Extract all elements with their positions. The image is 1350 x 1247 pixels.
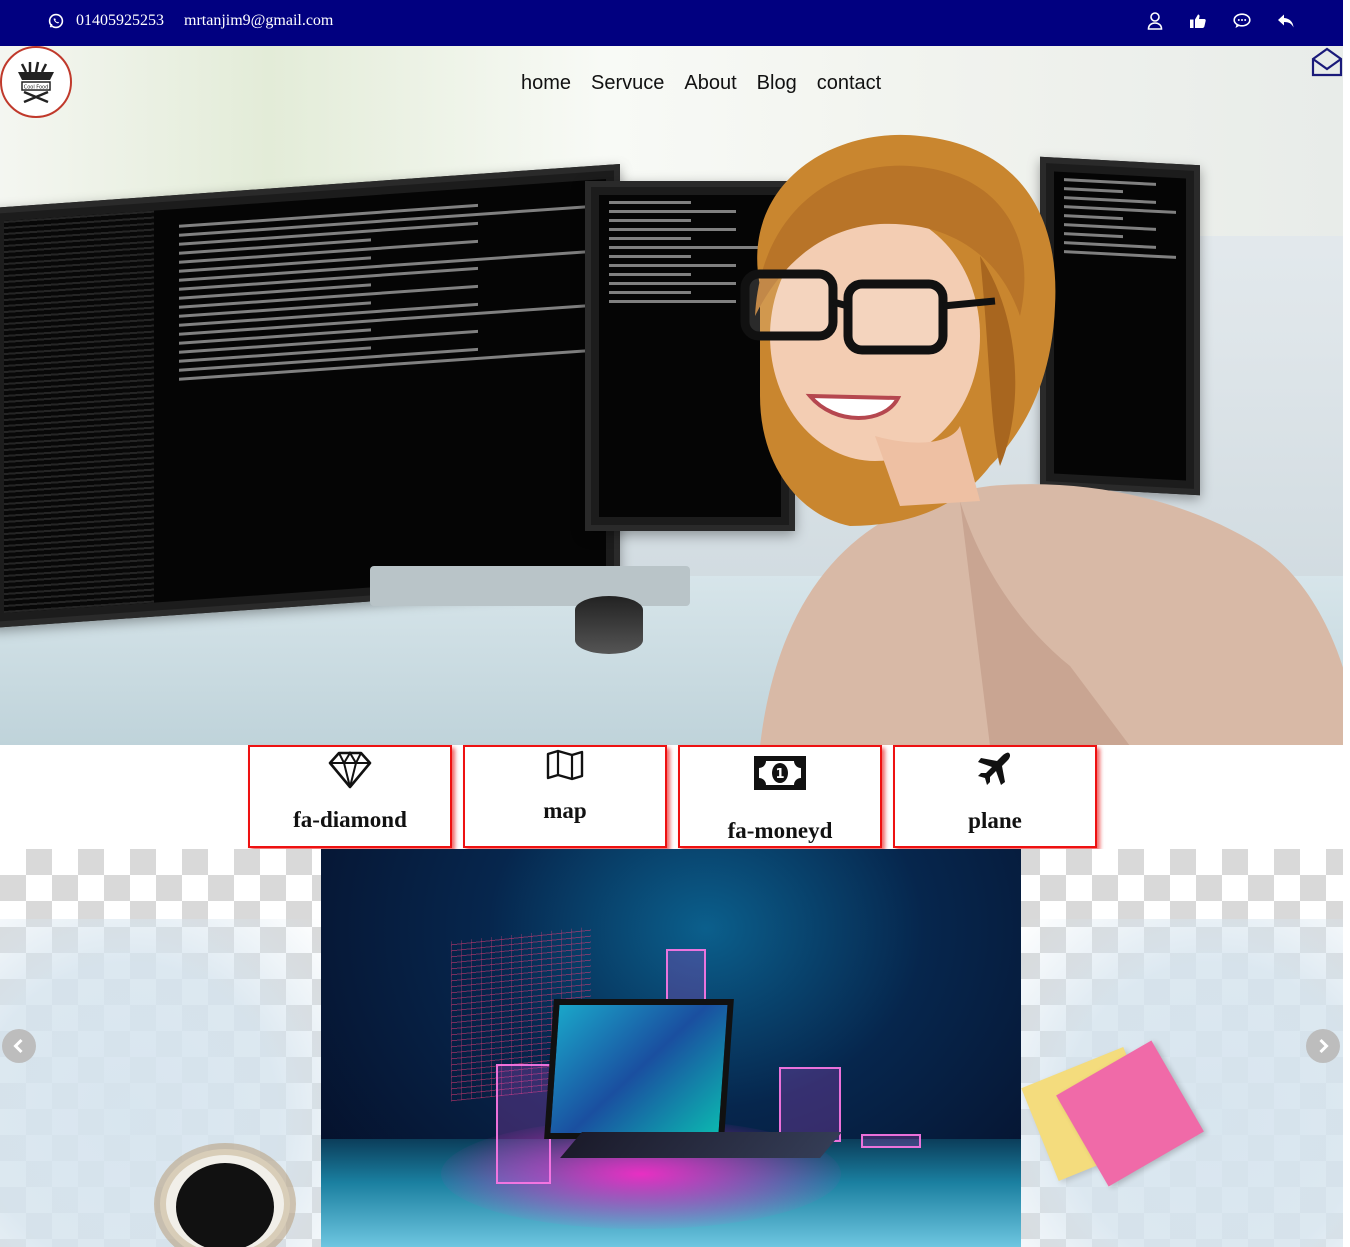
image-carousel: [0, 849, 1343, 1247]
site-logo[interactable]: Cool Food: [0, 46, 72, 118]
woman-figure: [740, 134, 1343, 745]
top-bar: 01405925253 mrtanjim9@gmail.com: [0, 0, 1343, 46]
whatsapp-icon: [48, 13, 64, 29]
feature-plane[interactable]: plane: [893, 745, 1097, 848]
carousel-slide-active: [321, 849, 1021, 1247]
nav-about[interactable]: About: [684, 70, 736, 97]
feature-label: plane: [968, 808, 1022, 833]
user-icon[interactable]: [1147, 12, 1163, 30]
money-icon: 1: [680, 754, 880, 792]
email-item[interactable]: mrtanjim9@gmail.com: [184, 12, 333, 30]
feature-diamond[interactable]: fa-diamond: [248, 745, 452, 848]
nav-contact[interactable]: contact: [817, 70, 881, 97]
email-address: mrtanjim9@gmail.com: [184, 12, 334, 29]
plane-icon: [895, 750, 1095, 786]
nav-blog[interactable]: Blog: [757, 70, 797, 97]
contact-info: 01405925253 mrtanjim9@gmail.com: [48, 0, 333, 42]
reply-icon[interactable]: [1277, 13, 1295, 29]
feature-label: fa-diamond: [293, 807, 407, 832]
chevron-left-icon[interactable]: [2, 1029, 36, 1063]
chevron-right-icon[interactable]: [1306, 1029, 1340, 1063]
feature-money[interactable]: 1 fa-moneyd: [678, 745, 882, 848]
main-nav: home Servuce About Blog contact: [521, 70, 881, 97]
comment-icon[interactable]: [1233, 13, 1251, 29]
desk-speaker: [575, 596, 643, 654]
map-icon: [465, 749, 665, 781]
logo-icon: Cool Food: [18, 61, 54, 104]
monitor-stand: [370, 566, 690, 606]
feature-map[interactable]: map: [463, 745, 667, 848]
nav-service[interactable]: Servuce: [591, 70, 664, 97]
logo-text: Cool Food: [24, 85, 49, 91]
topbar-actions: [1147, 0, 1295, 42]
diamond-icon: [250, 750, 450, 790]
phone-item[interactable]: 01405925253: [48, 12, 164, 30]
thumbs-up-icon[interactable]: [1189, 13, 1207, 29]
phone-number: 01405925253: [76, 12, 164, 29]
feature-label: fa-moneyd: [727, 818, 833, 843]
svg-text:1: 1: [775, 767, 784, 782]
laptop-image: [544, 999, 734, 1139]
nav-home[interactable]: home: [521, 70, 571, 97]
monitor-left: [0, 163, 620, 629]
envelope-open-icon[interactable]: [1311, 47, 1345, 77]
feature-label: map: [543, 798, 587, 823]
hero-image: [0, 46, 1343, 745]
